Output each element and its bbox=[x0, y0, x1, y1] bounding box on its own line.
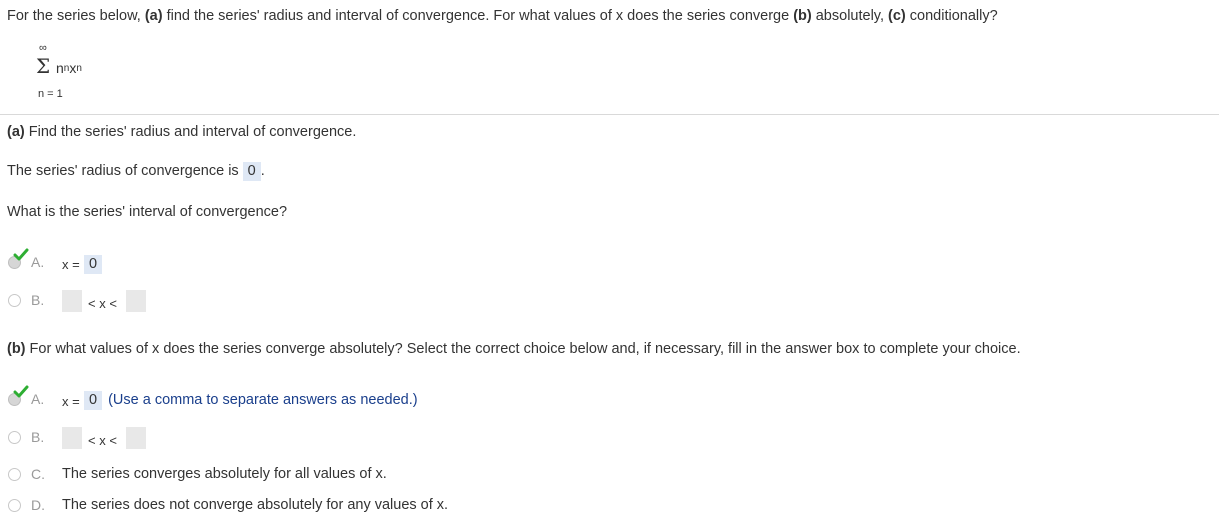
upper-bound-input[interactable] bbox=[126, 427, 146, 449]
choice-prefix: x = bbox=[62, 394, 80, 409]
radius-text: The series' radius of convergence is bbox=[7, 163, 239, 179]
series-term-base-n: n bbox=[56, 60, 64, 76]
series-upper-limit: ∞ bbox=[39, 42, 47, 54]
question-intro-mid: find the series' radius and interval of … bbox=[162, 8, 794, 24]
radius-statement: The series' radius of convergence is 0. bbox=[7, 162, 265, 181]
radio-button[interactable] bbox=[8, 468, 21, 481]
part-b-heading: (b) For what values of x does the series… bbox=[7, 341, 1021, 357]
series-term: nnxn bbox=[56, 60, 82, 76]
radio-button[interactable] bbox=[8, 431, 21, 444]
series-term-exp-x: n bbox=[76, 63, 82, 74]
radio-button[interactable] bbox=[8, 499, 21, 512]
series-lower-limit: n = 1 bbox=[38, 88, 63, 100]
checkmark-icon bbox=[13, 385, 29, 398]
question-b-label: (b) bbox=[793, 8, 812, 24]
choice-letter: A. bbox=[31, 254, 45, 270]
section-divider bbox=[0, 114, 1219, 115]
question-intro: For the series below, bbox=[7, 8, 145, 24]
interval-answer-box[interactable]: 0 bbox=[84, 255, 103, 274]
question-intro-mid2: absolutely, bbox=[811, 8, 889, 24]
series-term-exp-n: n bbox=[63, 63, 70, 74]
choice-text: The series does not converge absolutely … bbox=[62, 497, 449, 513]
choice-letter: D. bbox=[31, 497, 45, 513]
question-prompt: For the series below, (a) find the serie… bbox=[7, 8, 998, 24]
part-b-heading-text: For what values of x does the series con… bbox=[25, 341, 1021, 357]
interval-question: What is the series' interval of converge… bbox=[7, 204, 288, 220]
part-a-heading-text: Find the series' radius and interval of … bbox=[24, 124, 357, 140]
choice-middle: < x < bbox=[88, 433, 117, 448]
part-a-label: (a) bbox=[7, 124, 25, 140]
absolute-answer-box[interactable]: 0 bbox=[84, 391, 103, 410]
sigma-symbol: Σ bbox=[36, 54, 51, 78]
question-c-label: (c) bbox=[888, 8, 906, 24]
choice-prefix: x = bbox=[62, 257, 80, 272]
question-a-label: (a) bbox=[144, 8, 163, 24]
lower-bound-input[interactable] bbox=[62, 290, 82, 312]
choice-letter: A. bbox=[31, 391, 45, 407]
choice-text: The series converges absolutely for all … bbox=[62, 466, 387, 482]
lower-bound-input[interactable] bbox=[62, 427, 82, 449]
radius-answer-box[interactable]: 0 bbox=[242, 162, 261, 181]
choice-letter: B. bbox=[31, 429, 45, 445]
part-a-heading: (a) Find the series' radius and interval… bbox=[7, 124, 356, 140]
choice-letter: C. bbox=[31, 466, 45, 482]
part-b-label: (b) bbox=[7, 341, 26, 357]
choice-letter: B. bbox=[31, 292, 45, 308]
question-intro-end: conditionally? bbox=[905, 8, 998, 24]
radio-button[interactable] bbox=[8, 294, 21, 307]
radius-end: . bbox=[260, 163, 265, 179]
answer-hint: (Use a comma to separate answers as need… bbox=[108, 392, 418, 408]
upper-bound-input[interactable] bbox=[126, 290, 146, 312]
checkmark-icon bbox=[13, 248, 29, 261]
series-expression: ∞ Σ nnxn n = 1 bbox=[36, 40, 156, 106]
choice-middle: < x < bbox=[88, 296, 117, 311]
